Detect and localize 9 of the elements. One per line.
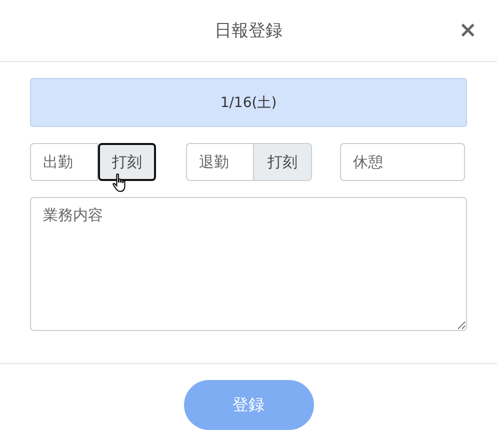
time-input-field[interactable]: 出勤 xyxy=(30,143,98,181)
time-input-field[interactable]: 退勤 xyxy=(186,143,254,181)
dialog-title: 日報登録 xyxy=(214,20,282,42)
close-button[interactable]: × xyxy=(454,18,481,43)
hand-cursor-icon xyxy=(112,173,128,193)
report-textarea[interactable]: 業務内容 xyxy=(30,197,467,331)
stamp-button[interactable]: 打刻 xyxy=(254,143,312,181)
break-input-field[interactable]: 休憩 xyxy=(340,143,465,181)
date-banner: 1/16(土) xyxy=(30,78,467,127)
